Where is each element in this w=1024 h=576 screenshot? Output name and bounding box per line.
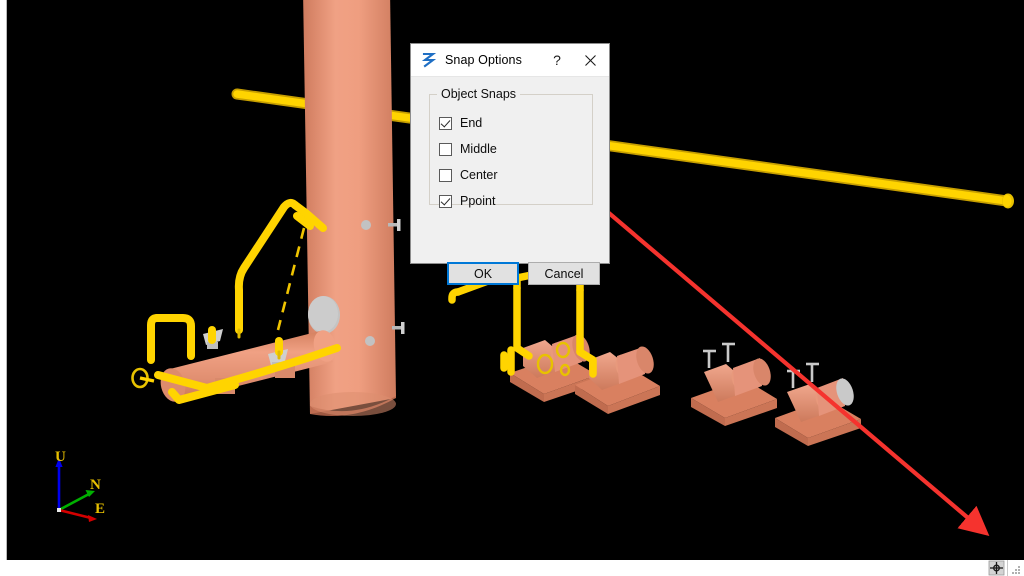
dialog-titlebar[interactable]: Snap Options ? bbox=[411, 44, 609, 77]
statusbar-divider bbox=[1007, 560, 1008, 576]
axis-label-east: E bbox=[95, 501, 106, 517]
checkbox-row-center[interactable]: Center bbox=[439, 167, 498, 183]
ok-button[interactable]: OK bbox=[447, 262, 519, 285]
close-icon bbox=[584, 54, 596, 66]
checkbox-label-end: End bbox=[460, 116, 483, 130]
help-button[interactable]: ? bbox=[543, 44, 571, 76]
checkbox-row-middle[interactable]: Middle bbox=[439, 141, 497, 157]
object-snaps-groupbox: Object Snaps End Middle Center Ppoint bbox=[429, 86, 593, 208]
checkbox-center[interactable] bbox=[439, 168, 452, 182]
checkbox-row-ppoint[interactable]: Ppoint bbox=[439, 193, 495, 209]
status-bar bbox=[0, 560, 1024, 576]
pump-skid-right-a bbox=[691, 342, 777, 426]
snap-options-dialog[interactable]: Snap Options ? Object Snaps End Middle C… bbox=[410, 43, 610, 285]
checkbox-row-end[interactable]: End bbox=[439, 115, 482, 131]
cancel-button[interactable]: Cancel bbox=[528, 262, 600, 285]
move-crosshair-icon bbox=[986, 560, 1006, 576]
dialog-title: Snap Options bbox=[445, 53, 522, 67]
close-button[interactable] bbox=[571, 44, 609, 76]
groupbox-label: Object Snaps bbox=[437, 86, 521, 102]
checkbox-label-ppoint: Ppoint bbox=[460, 194, 496, 208]
3d-viewport[interactable]: U N E Snap Options ? Object Snaps End Mi… bbox=[7, 0, 1024, 560]
checkbox-middle[interactable] bbox=[439, 142, 452, 156]
pump-skid-right-b bbox=[775, 362, 861, 446]
application-window: U N E Snap Options ? Object Snaps End Mi… bbox=[0, 0, 1024, 576]
pump-skid-middle bbox=[510, 334, 660, 414]
axis-label-up: U bbox=[55, 449, 66, 465]
checkbox-end[interactable] bbox=[439, 116, 452, 130]
checkbox-label-center: Center bbox=[460, 168, 498, 182]
resize-grip-icon[interactable] bbox=[1011, 563, 1022, 574]
checkbox-ppoint[interactable] bbox=[439, 194, 452, 208]
axis-triad: U N E bbox=[45, 448, 125, 530]
axis-label-north: N bbox=[90, 477, 101, 493]
checkbox-label-middle: Middle bbox=[460, 142, 497, 156]
snap-polyline-icon bbox=[421, 52, 437, 68]
handwheel-valve bbox=[131, 367, 155, 389]
dashed-construction-line bbox=[276, 227, 306, 331]
